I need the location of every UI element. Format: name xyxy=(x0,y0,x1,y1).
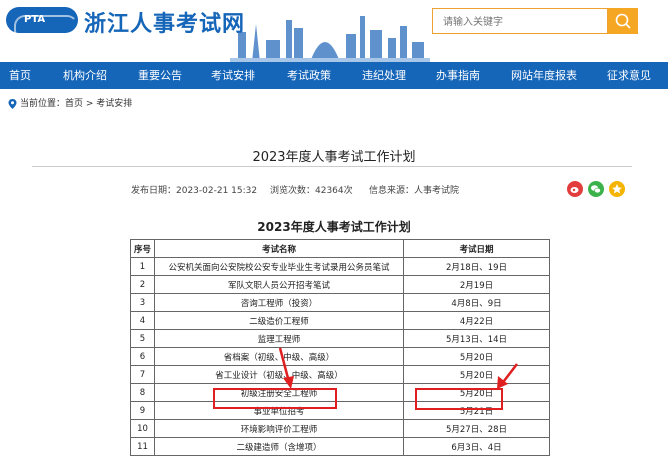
table-row: 2 军队文职人员公开招考笔试 2月19日 xyxy=(130,275,550,294)
column-header-date: 考试日期 xyxy=(403,239,550,258)
search-button[interactable] xyxy=(608,8,638,34)
favorite-icon[interactable] xyxy=(609,181,625,197)
exam-name: 二级建造师（含增项） xyxy=(154,437,404,456)
exam-date: 4月22日 xyxy=(403,311,550,330)
nav-item-annual-report[interactable]: 网站年度报表 xyxy=(511,62,577,89)
row-no: 1 xyxy=(130,257,155,276)
exam-name: 监理工程师 xyxy=(154,329,404,348)
table-row: 1 公安机关面向公安院校公安专业毕业生考试录用公务员笔试 2月18日、19日 xyxy=(130,257,550,276)
nav-item-announcements[interactable]: 重要公告 xyxy=(138,62,182,89)
row-no: 3 xyxy=(130,293,155,312)
exam-date: 6月3日、4日 xyxy=(403,437,550,456)
main-nav: 首页 机构介绍 重要公告 考试安排 考试政策 违纪处理 办事指南 网站年度报表 … xyxy=(0,62,668,89)
table-header-row: 序号 考试名称 考试日期 xyxy=(130,239,550,258)
column-header-name: 考试名称 xyxy=(154,239,404,258)
table-row: 3 咨询工程师（投资） 4月8日、9日 xyxy=(130,293,550,312)
table-title: 2023年度人事考试工作计划 xyxy=(257,220,411,234)
breadcrumb-home[interactable]: 首页 xyxy=(65,99,83,109)
exam-date: 4月8日、9日 xyxy=(403,293,550,312)
exam-date: 5月13日、14日 xyxy=(403,329,550,348)
weibo-icon[interactable] xyxy=(567,181,583,197)
location-pin-icon xyxy=(8,98,17,109)
exam-name: 军队文职人员公开招考笔试 xyxy=(154,275,404,294)
search-input[interactable] xyxy=(441,10,605,34)
exam-date: 5月27日、28日 xyxy=(403,419,550,438)
wechat-icon[interactable] xyxy=(588,181,604,197)
exam-name: 二级造价工程师 xyxy=(154,311,404,330)
search-box xyxy=(432,8,608,34)
row-no: 10 xyxy=(130,419,155,438)
nav-item-guide[interactable]: 办事指南 xyxy=(436,62,480,89)
exam-name: 省档案（初级、中级、高级） xyxy=(154,347,404,366)
breadcrumb-separator: > xyxy=(83,99,97,109)
row-no: 9 xyxy=(130,401,155,420)
nav-item-discipline[interactable]: 违纪处理 xyxy=(362,62,406,89)
row-no: 7 xyxy=(130,365,155,384)
highlight-box-exam-name xyxy=(213,388,337,409)
publish-date: 发布日期：2023-02-21 15:32 xyxy=(131,186,258,196)
row-no: 2 xyxy=(130,275,155,294)
row-no: 5 xyxy=(130,329,155,348)
table-row: 7 省工业设计（初级、中级、高级） 5月20日 xyxy=(130,365,550,384)
table-row: 10 环境影响评价工程师 5月27日、28日 xyxy=(130,419,550,438)
nav-item-home[interactable]: 首页 xyxy=(9,62,31,89)
exam-name: 公安机关面向公安院校公安专业毕业生考试录用公务员笔试 xyxy=(154,257,404,276)
site-header: PTA 浙江人事考试网 xyxy=(0,0,668,62)
page-title: 2023年度人事考试工作计划 xyxy=(252,150,416,165)
exam-name: 省工业设计（初级、中级、高级） xyxy=(154,365,404,384)
row-no: 4 xyxy=(130,311,155,330)
site-title: 浙江人事考试网 xyxy=(84,12,246,37)
city-skyline-icon xyxy=(230,16,430,62)
nav-item-about[interactable]: 机构介绍 xyxy=(63,62,107,89)
nav-item-exam-policy[interactable]: 考试政策 xyxy=(287,62,331,89)
nav-item-exam-schedule[interactable]: 考试安排 xyxy=(211,62,255,89)
logo[interactable]: PTA xyxy=(6,7,78,41)
exam-date: 2月18日、19日 xyxy=(403,257,550,276)
table-row: 5 监理工程师 5月13日、14日 xyxy=(130,329,550,348)
exam-date: 5月20日 xyxy=(403,347,550,366)
row-no: 6 xyxy=(130,347,155,366)
column-header-no: 序号 xyxy=(130,239,155,258)
nav-item-feedback[interactable]: 征求意见 xyxy=(607,62,651,89)
exam-schedule-table: 序号 考试名称 考试日期 1 公安机关面向公安院校公安专业毕业生考试录用公务员笔试… xyxy=(130,239,550,456)
exam-date: 2月19日 xyxy=(403,275,550,294)
view-count: 浏览次数：42364次 xyxy=(270,186,353,196)
row-no: 8 xyxy=(130,383,155,402)
highlight-box-exam-date xyxy=(415,388,503,410)
exam-date: 5月20日 xyxy=(403,365,550,384)
table-row: 11 二级建造师（含增项） 6月3日、4日 xyxy=(130,437,550,456)
breadcrumb: 当前位置：首页 > 考试安排 xyxy=(8,96,132,112)
breadcrumb-prefix: 当前位置： xyxy=(20,99,66,109)
exam-name: 环境影响评价工程师 xyxy=(154,419,404,438)
row-no: 11 xyxy=(130,437,155,456)
logo-text: PTA xyxy=(24,14,46,25)
table-row: 4 二级造价工程师 4月22日 xyxy=(130,311,550,330)
exam-name: 咨询工程师（投资） xyxy=(154,293,404,312)
info-source: 信息来源：人事考试院 xyxy=(369,186,460,196)
title-divider xyxy=(32,166,632,167)
breadcrumb-current[interactable]: 考试安排 xyxy=(96,99,132,109)
search-icon xyxy=(615,13,631,29)
table-row: 6 省档案（初级、中级、高级） 5月20日 xyxy=(130,347,550,366)
